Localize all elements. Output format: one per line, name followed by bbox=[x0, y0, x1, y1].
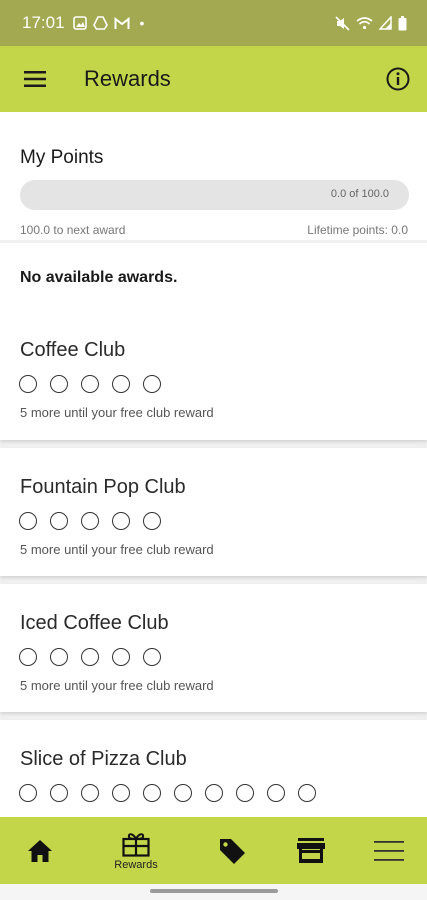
gift-icon bbox=[122, 832, 150, 857]
nav-stores[interactable] bbox=[292, 817, 330, 884]
tag-icon bbox=[220, 838, 245, 864]
club-card[interactable]: Fountain Pop Club 5 more until your free… bbox=[0, 448, 427, 576]
next-award-text: 100.0 to next award bbox=[20, 223, 126, 237]
status-bar: 17:01 • bbox=[0, 0, 427, 46]
punch-circle bbox=[112, 784, 130, 802]
status-time: 17:01 bbox=[22, 13, 65, 32]
punch-circle bbox=[112, 512, 130, 530]
nav-offers[interactable] bbox=[212, 817, 252, 884]
punch-circle bbox=[81, 784, 99, 802]
punch-circle bbox=[50, 784, 68, 802]
punch-circle bbox=[143, 648, 161, 666]
nav-rewards[interactable]: Rewards bbox=[104, 817, 168, 884]
club-card[interactable]: Slice of Pizza Club bbox=[0, 720, 427, 817]
hamburger-menu-button[interactable] bbox=[16, 60, 54, 98]
lifetime-points-text: Lifetime points: 0.0 bbox=[307, 223, 408, 237]
punch-circle bbox=[112, 648, 130, 666]
battery-icon bbox=[398, 15, 407, 30]
punch-circle bbox=[50, 375, 68, 393]
punch-circle bbox=[143, 512, 161, 530]
club-punch-circles bbox=[19, 784, 316, 802]
club-remaining-text: 5 more until your free club reward bbox=[20, 405, 214, 420]
menu-lines-icon bbox=[374, 840, 404, 861]
punch-circle bbox=[19, 375, 37, 393]
home-gesture-handle[interactable] bbox=[150, 889, 278, 893]
punch-circle bbox=[205, 784, 223, 802]
mute-icon bbox=[335, 15, 350, 31]
wifi-icon bbox=[356, 17, 373, 30]
club-name: Fountain Pop Club bbox=[20, 476, 186, 498]
gesture-bar bbox=[0, 884, 427, 900]
club-remaining-text: 5 more until your free club reward bbox=[20, 542, 214, 557]
awards-card: No available awards. bbox=[0, 243, 427, 311]
points-progress-text: 0.0 of 100.0 bbox=[330, 188, 389, 200]
nav-more[interactable] bbox=[370, 817, 408, 884]
punch-circle bbox=[143, 375, 161, 393]
punch-circle bbox=[143, 784, 161, 802]
nav-rewards-label: Rewards bbox=[114, 858, 158, 871]
punch-circle bbox=[19, 784, 37, 802]
punch-circle bbox=[112, 375, 130, 393]
punch-circle bbox=[236, 784, 254, 802]
points-card: My Points 0.0 of 100.0 100.0 to next awa… bbox=[0, 112, 427, 240]
club-name: Slice of Pizza Club bbox=[20, 748, 187, 770]
points-heading: My Points bbox=[20, 147, 104, 168]
punch-circle bbox=[19, 512, 37, 530]
signal-icon bbox=[379, 16, 392, 30]
punch-circle bbox=[174, 784, 192, 802]
club-name: Iced Coffee Club bbox=[20, 612, 169, 634]
bottom-nav: Rewards bbox=[0, 817, 427, 884]
page-title: Rewards bbox=[84, 66, 171, 91]
punch-circle bbox=[81, 648, 99, 666]
club-card[interactable]: Coffee Club 5 more until your free club … bbox=[0, 311, 427, 440]
punch-circle bbox=[50, 648, 68, 666]
club-card[interactable]: Iced Coffee Club 5 more until your free … bbox=[0, 584, 427, 712]
info-icon bbox=[386, 67, 410, 91]
image-icon bbox=[72, 16, 87, 30]
club-punch-circles bbox=[19, 512, 161, 530]
club-punch-circles bbox=[19, 648, 161, 666]
dot-icon: • bbox=[139, 15, 145, 31]
punch-circle bbox=[298, 784, 316, 802]
rewards-content[interactable]: My Points 0.0 of 100.0 100.0 to next awa… bbox=[0, 112, 427, 817]
punch-circle bbox=[81, 375, 99, 393]
punch-circle bbox=[50, 512, 68, 530]
hamburger-menu-icon bbox=[24, 71, 46, 87]
club-name: Coffee Club bbox=[20, 339, 126, 361]
app-bar: Rewards bbox=[0, 46, 427, 112]
home-icon bbox=[28, 839, 52, 862]
no-awards-text: No available awards. bbox=[20, 269, 178, 286]
club-punch-circles bbox=[19, 375, 161, 393]
punch-circle bbox=[81, 512, 99, 530]
punch-circle bbox=[267, 784, 285, 802]
club-remaining-text: 5 more until your free club reward bbox=[20, 678, 214, 693]
points-progress-bar: 0.0 of 100.0 bbox=[20, 180, 409, 210]
drive-icon bbox=[92, 16, 108, 30]
gmail-icon bbox=[114, 16, 130, 29]
store-icon bbox=[297, 838, 325, 863]
nav-home[interactable] bbox=[18, 817, 62, 884]
info-button[interactable] bbox=[383, 64, 413, 94]
punch-circle bbox=[19, 648, 37, 666]
